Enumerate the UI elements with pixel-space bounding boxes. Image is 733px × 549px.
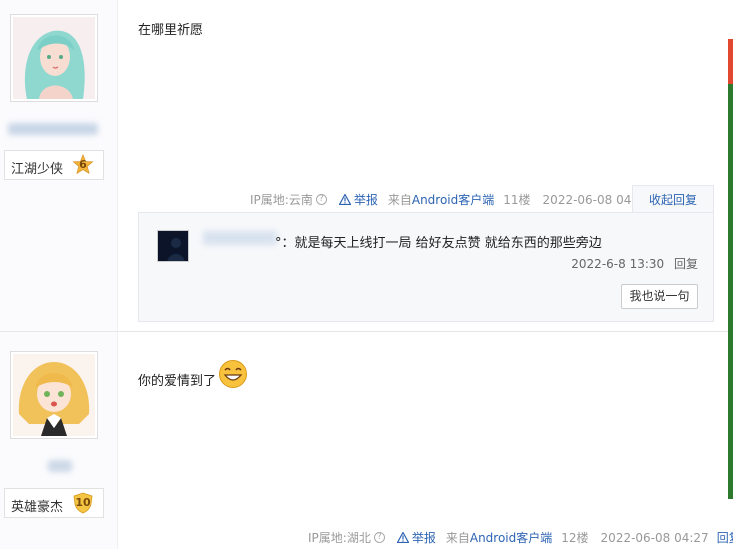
username[interactable] <box>8 123 98 135</box>
fold-replies-button[interactable]: 收起回复 <box>632 185 714 213</box>
post-tail: IP属地:云南 ? 举报 来自Android客户端 11楼 2022-06-08… <box>250 191 651 208</box>
source-text: 来自Android客户端 <box>446 529 552 546</box>
source-text: 来自Android客户端 <box>388 191 494 208</box>
avatar[interactable] <box>10 351 98 439</box>
reply-avatar[interactable] <box>157 230 189 262</box>
floor-number: 12楼 <box>561 531 589 545</box>
report-label: 举报 <box>353 193 378 207</box>
level-title: 英雄豪杰 <box>11 500 64 515</box>
reply-avatar-image <box>158 231 188 261</box>
reply-panel: °：就是每天上线打一局 给好友点赞 就给东西的那些旁边 2022-6-8 13:… <box>138 212 714 322</box>
username[interactable] <box>48 460 72 472</box>
warning-icon <box>338 194 351 205</box>
level-badge[interactable]: 江湖少侠 6 <box>4 150 104 180</box>
reply-text: °：就是每天上线打一局 给好友点赞 就给东西的那些旁边 <box>275 236 602 251</box>
post-date: 2022-06-08 04:27 <box>600 530 709 545</box>
avatar-image <box>13 354 95 436</box>
level-number: 6 <box>79 158 87 171</box>
post-content: 你的爱情到了 <box>138 359 248 389</box>
reply-meta: 2022-6-8 13:30 回复 <box>571 255 698 272</box>
say-something-button[interactable]: 我也说一句 <box>621 284 698 309</box>
ip-location: IP属地:云南 <box>250 193 313 207</box>
avatar-image <box>13 17 95 99</box>
post-floor-12: 英雄豪杰 10 你的爱情到了 IP属地:湖北 ? 举报 来自Android客户端 <box>0 331 733 549</box>
source-prefix: 来自 <box>387 193 412 207</box>
laughing-emoji-icon <box>219 359 248 388</box>
warning-icon <box>396 532 409 543</box>
floor-number: 11楼 <box>503 193 531 207</box>
reply-username[interactable] <box>203 231 277 245</box>
source-link[interactable]: Android客户端 <box>470 531 552 545</box>
post-floor-11: 江湖少侠 6 在哪里祈愿 IP属地:云南 ? 举报 来自Android客户端 1… <box>0 0 728 331</box>
ip-location: IP属地:湖北 <box>308 531 371 545</box>
report-link[interactable]: 举报 <box>338 191 378 208</box>
reply-reply-link[interactable]: 回复 <box>674 257 698 271</box>
reply-link[interactable]: 回复 <box>717 529 733 546</box>
author-column: 英雄豪杰 10 <box>0 332 118 549</box>
avatar[interactable] <box>10 14 98 102</box>
reply-date: 2022-6-8 13:30 <box>571 257 665 271</box>
level-badge[interactable]: 英雄豪杰 10 <box>4 488 104 518</box>
source-link[interactable]: Android客户端 <box>412 193 494 207</box>
help-icon[interactable]: ? <box>373 532 385 543</box>
level-number: 10 <box>75 496 91 509</box>
post-text: 你的爱情到了 <box>138 374 217 389</box>
source-prefix: 来自 <box>445 531 470 545</box>
post-content: 在哪里祈愿 <box>138 23 204 38</box>
level-title: 江湖少侠 <box>11 162 64 177</box>
post-tail: IP属地:湖北 ? 举报 来自Android客户端 12楼 2022-06-08… <box>308 529 733 546</box>
help-icon[interactable]: ? <box>315 194 327 205</box>
author-column: 江湖少侠 6 <box>0 0 118 331</box>
side-ad-strip <box>728 39 733 499</box>
report-link[interactable]: 举报 <box>396 529 436 546</box>
report-label: 举报 <box>411 531 436 545</box>
